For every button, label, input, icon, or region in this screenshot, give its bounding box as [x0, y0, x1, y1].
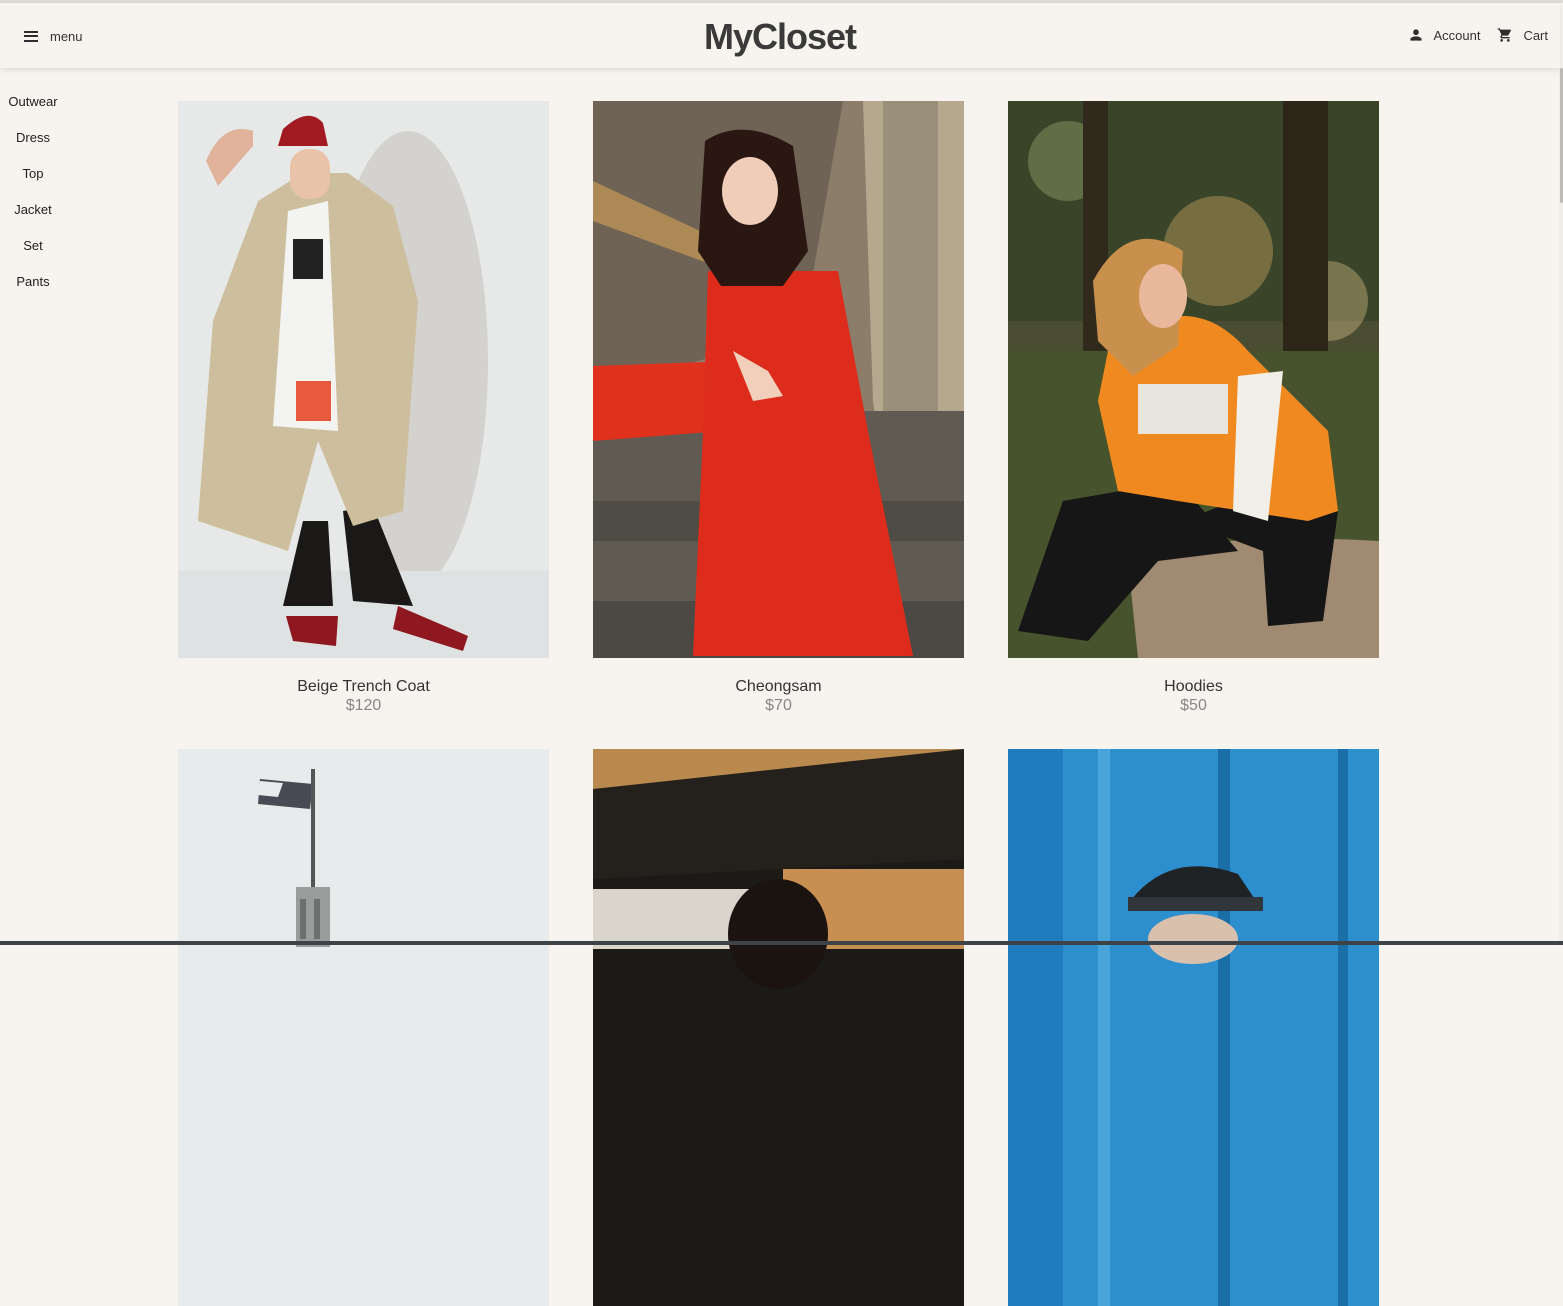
- cart-icon: [1497, 27, 1513, 43]
- category-dress[interactable]: Dress: [0, 128, 66, 164]
- category-outwear[interactable]: Outwear: [0, 92, 66, 128]
- product-image-trench-coat[interactable]: [178, 101, 549, 658]
- taskbar-edge: [0, 941, 1563, 945]
- site-header: menu MyCloset Account Cart: [0, 3, 1560, 68]
- product-price: $70: [593, 697, 964, 715]
- product-price: $120: [178, 697, 549, 715]
- category-top[interactable]: Top: [0, 164, 66, 200]
- account-link[interactable]: Account: [1409, 28, 1480, 43]
- category-set[interactable]: Set: [0, 236, 66, 272]
- cart-label: Cart: [1523, 28, 1548, 43]
- product-name[interactable]: Beige Trench Coat: [178, 678, 549, 696]
- product-image-cheongsam[interactable]: [593, 101, 964, 658]
- product-name[interactable]: Cheongsam: [593, 678, 964, 696]
- product-price: $50: [1008, 697, 1379, 715]
- product-image-flag-tower[interactable]: [178, 749, 549, 1306]
- header-actions: Account Cart: [1392, 27, 1548, 43]
- product-image-bridge[interactable]: [593, 749, 964, 1306]
- account-label: Account: [1433, 28, 1480, 43]
- person-icon: [1409, 28, 1423, 42]
- product-image-blue-wall[interactable]: [1008, 749, 1379, 1306]
- cart-link[interactable]: Cart: [1497, 27, 1548, 43]
- product-image-hoodies[interactable]: [1008, 101, 1379, 658]
- category-sidebar: Outwear Dress Top Jacket Set Pants: [0, 92, 66, 308]
- category-jacket[interactable]: Jacket: [0, 200, 66, 236]
- category-pants[interactable]: Pants: [0, 272, 66, 308]
- site-logo[interactable]: MyCloset: [0, 16, 1560, 58]
- product-name[interactable]: Hoodies: [1008, 678, 1379, 696]
